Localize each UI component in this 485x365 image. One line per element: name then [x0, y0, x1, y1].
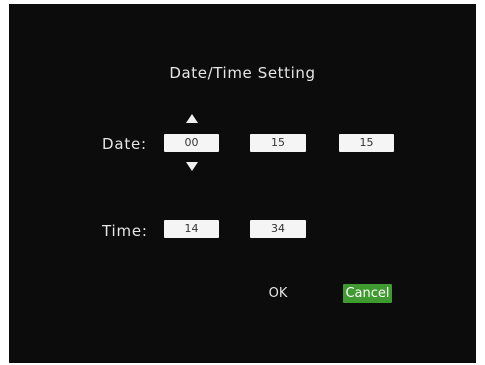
- time-field-hour[interactable]: 14: [164, 220, 219, 238]
- dialog-title: Date/Time Setting: [169, 64, 316, 82]
- down-arrow-icon[interactable]: [186, 162, 198, 171]
- cancel-button[interactable]: Cancel: [343, 284, 392, 303]
- date-field-3[interactable]: 15: [339, 134, 394, 152]
- date-time-dialog: Date/Time Setting Date: 00 15 15 Time: 1…: [9, 4, 476, 363]
- time-label: Time:: [102, 222, 148, 240]
- ok-button[interactable]: OK: [263, 284, 293, 303]
- date-field-2[interactable]: 15: [250, 134, 306, 152]
- time-field-minute[interactable]: 34: [250, 220, 306, 238]
- date-field-1[interactable]: 00: [164, 134, 219, 152]
- up-arrow-icon[interactable]: [186, 114, 198, 123]
- date-label: Date:: [102, 135, 147, 153]
